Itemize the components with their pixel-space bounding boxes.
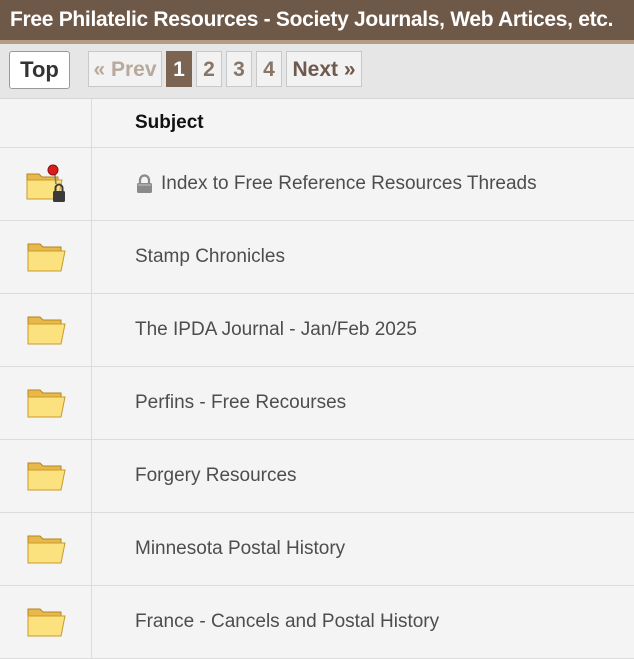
folder-icon bbox=[27, 316, 66, 345]
table-row[interactable]: Stamp Chronicles bbox=[0, 221, 634, 294]
table-header-row: Subject bbox=[0, 99, 634, 148]
thread-title-link[interactable]: Stamp Chronicles bbox=[135, 246, 285, 268]
folder-icon bbox=[27, 389, 66, 418]
thread-title-link[interactable]: Index to Free Reference Resources Thread… bbox=[161, 173, 537, 195]
table-row[interactable]: Perfins - Free Recourses bbox=[0, 367, 634, 440]
page-4-button[interactable]: 4 bbox=[256, 51, 282, 87]
folder-icon bbox=[27, 462, 66, 491]
section-title-bar: Free Philatelic Resources - Society Jour… bbox=[0, 0, 634, 44]
prev-page-button[interactable]: « Prev bbox=[88, 51, 162, 87]
folder-pinned-locked-icon bbox=[26, 164, 65, 202]
table-row[interactable]: France - Cancels and Postal History bbox=[0, 586, 634, 659]
table-row[interactable]: Forgery Resources bbox=[0, 440, 634, 513]
subject-column-header: Subject bbox=[135, 112, 204, 133]
top-button[interactable]: Top bbox=[9, 51, 70, 89]
pagination-bar: Top « Prev 1 2 3 4 Next » bbox=[0, 44, 634, 99]
table-row[interactable]: Index to Free Reference Resources Thread… bbox=[0, 148, 634, 221]
icon-column-header bbox=[0, 99, 92, 147]
folder-icon bbox=[27, 608, 66, 637]
folder-icon bbox=[27, 535, 66, 564]
table-row[interactable]: The IPDA Journal - Jan/Feb 2025 bbox=[0, 294, 634, 367]
thread-title-link[interactable]: The IPDA Journal - Jan/Feb 2025 bbox=[135, 319, 417, 341]
next-page-button[interactable]: Next » bbox=[286, 51, 362, 87]
folder-icon bbox=[27, 243, 66, 272]
table-row[interactable]: Minnesota Postal History bbox=[0, 513, 634, 586]
page-2-button[interactable]: 2 bbox=[196, 51, 222, 87]
thread-title-link[interactable]: Forgery Resources bbox=[135, 465, 297, 487]
thread-title-link[interactable]: France - Cancels and Postal History bbox=[135, 611, 439, 633]
lock-icon bbox=[137, 174, 152, 193]
page-3-button[interactable]: 3 bbox=[226, 51, 252, 87]
thread-title-link[interactable]: Minnesota Postal History bbox=[135, 538, 345, 560]
page-1-button[interactable]: 1 bbox=[166, 51, 192, 87]
thread-title-link[interactable]: Perfins - Free Recourses bbox=[135, 392, 346, 414]
thread-table: Subject Index to Free Reference Resource… bbox=[0, 99, 634, 659]
section-title: Free Philatelic Resources - Society Jour… bbox=[10, 8, 614, 31]
